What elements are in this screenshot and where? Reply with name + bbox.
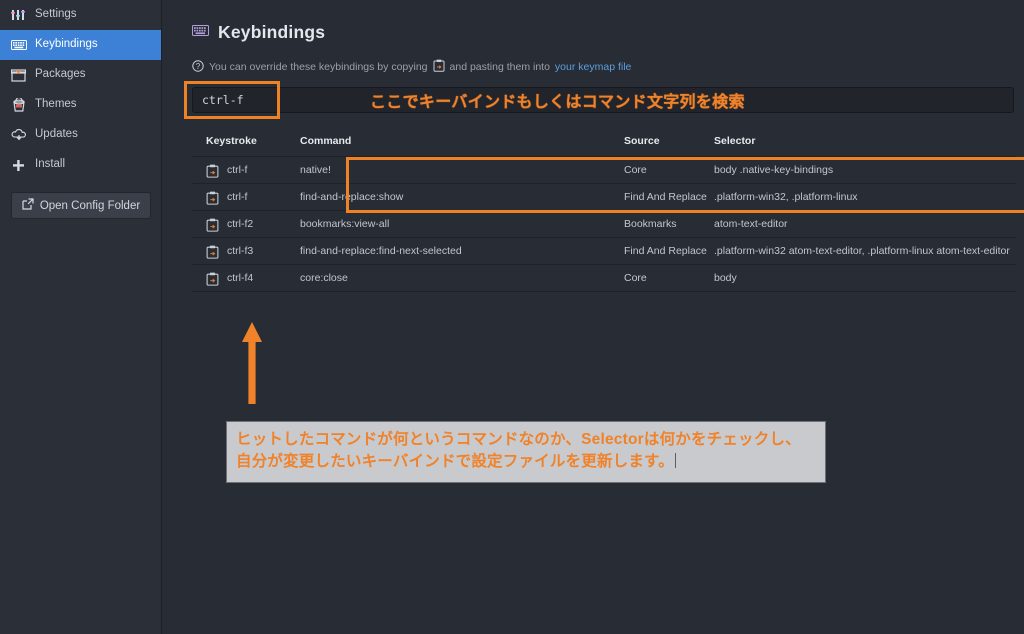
table-row[interactable]: ctrl-f native! Core body .native-key-bindin…: [192, 156, 1016, 184]
clippy-icon: [433, 59, 445, 75]
column-header-source[interactable]: Source: [624, 135, 714, 157]
cell-source: Find And Replace: [624, 237, 714, 265]
table-body: ctrl-f native! Core body .native-key-bindin…: [192, 156, 1016, 292]
sidebar-item-keybindings[interactable]: Keybindings: [0, 30, 161, 60]
page-title: Keybindings: [218, 22, 326, 42]
keystroke-text: ctrl-f: [227, 164, 248, 176]
cell-keystroke: ctrl-f3: [192, 237, 300, 265]
cell-selector: body: [714, 264, 1016, 292]
column-header-keystroke[interactable]: Keystroke: [192, 135, 300, 157]
hint-text-before: You can override these keybindings by co…: [209, 61, 428, 73]
plus-icon: [10, 157, 27, 173]
column-header-selector[interactable]: Selector: [714, 135, 1016, 157]
cell-command: find-and-replace:show: [300, 183, 624, 211]
sidebar-item-label: Themes: [35, 98, 77, 111]
note-line-1: ヒットしたコマンドが何というコマンドなのか、Selectorは何かをチェックし、: [236, 431, 801, 448]
keymap-file-link[interactable]: your keymap file: [555, 61, 631, 73]
text-caret: [674, 453, 676, 468]
sidebar-item-label: Updates: [35, 128, 78, 141]
cell-keystroke: ctrl-f: [192, 156, 300, 184]
explanation-note-box: ヒットしたコマンドが何というコマンドなのか、Selectorは何かをチェックし、…: [226, 421, 826, 483]
page-title-row: Keybindings: [192, 22, 1016, 43]
sidebar-item-label: Settings: [35, 8, 77, 21]
cloud-download-icon: [10, 127, 27, 143]
cell-source: Core: [624, 156, 714, 184]
sidebar-item-label: Packages: [35, 68, 86, 81]
open-config-folder-button[interactable]: Open Config Folder: [11, 192, 151, 219]
config-button-label: Open Config Folder: [39, 199, 141, 212]
keystroke-text: ctrl-f2: [227, 218, 254, 230]
cell-command: find-and-replace:find-next-selected: [300, 237, 624, 265]
clippy-icon[interactable]: [206, 245, 219, 259]
svg-text:?: ?: [196, 62, 201, 71]
table-header-row: Keystroke Command Source Selector: [192, 135, 1016, 157]
keybindings-table: Keystroke Command Source Selector ctrl-f…: [192, 135, 1016, 292]
cell-selector: body .native-key-bindings: [714, 156, 1016, 184]
link-external-icon: [22, 198, 34, 213]
keystroke-text: ctrl-f4: [227, 272, 254, 284]
sidebar-item-install[interactable]: Install: [0, 150, 161, 180]
column-header-command[interactable]: Command: [300, 135, 624, 157]
clippy-icon[interactable]: [206, 218, 219, 232]
sidebar-item-label: Keybindings: [35, 38, 98, 51]
hint-text-middle: and pasting them into: [449, 61, 550, 73]
settings-window: Settings Keybindings Packages Themes Upd…: [0, 0, 1024, 634]
override-hint: ? You can override these keybindings by …: [192, 59, 1016, 75]
cell-keystroke: ctrl-f4: [192, 264, 300, 292]
sliders-icon: [10, 7, 27, 23]
cell-command: bookmarks:view-all: [300, 210, 624, 238]
cell-keystroke: ctrl-f: [192, 183, 300, 211]
note-line-2: 自分が変更したいキーバインドで設定ファイルを更新します。: [236, 453, 674, 470]
clippy-icon[interactable]: [206, 191, 219, 205]
cell-selector: atom-text-editor: [714, 210, 1016, 238]
clippy-icon[interactable]: [206, 272, 219, 286]
table-row[interactable]: ctrl-f2 bookmarks:view-all Bookmarks atom-t…: [192, 210, 1016, 238]
sidebar-item-themes[interactable]: Themes: [0, 90, 161, 120]
paintcan-icon: [10, 97, 27, 113]
sidebar-item-packages[interactable]: Packages: [0, 60, 161, 90]
sidebar-item-updates[interactable]: Updates: [0, 120, 161, 150]
table-row[interactable]: ctrl-f4 core:close Core body: [192, 264, 1016, 292]
keyboard-icon: [192, 24, 209, 42]
keyboard-icon: [10, 37, 27, 53]
cell-source: Bookmarks: [624, 210, 714, 238]
search-annotation-text: ここでキーバインドもしくはコマンド文字列を検索: [370, 94, 745, 111]
table-row[interactable]: ctrl-f3 find-and-replace:find-next-select…: [192, 237, 1016, 265]
question-icon: ?: [192, 59, 204, 75]
keystroke-text: ctrl-f: [227, 191, 248, 203]
clippy-icon[interactable]: [206, 164, 219, 178]
cell-selector: .platform-win32 atom-text-editor, .platf…: [714, 237, 1016, 265]
keystroke-text: ctrl-f3: [227, 245, 254, 257]
cell-source: Core: [624, 264, 714, 292]
cell-command: core:close: [300, 264, 624, 292]
cell-source: Find And Replace: [624, 183, 714, 211]
settings-sidebar: Settings Keybindings Packages Themes Upd…: [0, 0, 162, 634]
config-button-container: Open Config Folder: [0, 180, 161, 219]
table-row[interactable]: ctrl-f find-and-replace:show Find And Repl…: [192, 183, 1016, 211]
cell-selector: .platform-win32, .platform-linux: [714, 183, 1016, 211]
sidebar-item-label: Install: [35, 158, 66, 171]
package-icon: [10, 67, 27, 83]
cell-keystroke: ctrl-f2: [192, 210, 300, 238]
sidebar-item-settings[interactable]: Settings: [0, 0, 161, 30]
cell-command: native!: [300, 156, 624, 184]
up-arrow-annotation: [236, 318, 268, 406]
